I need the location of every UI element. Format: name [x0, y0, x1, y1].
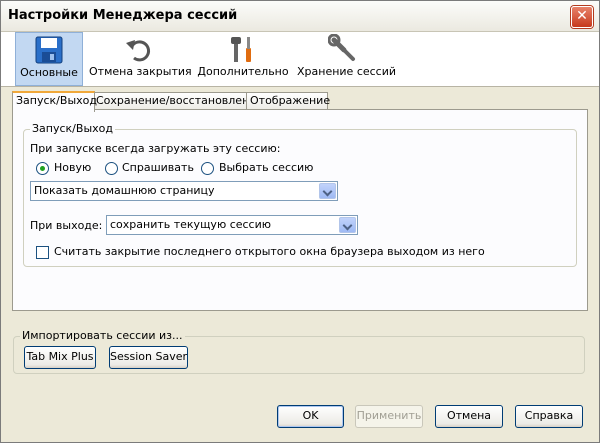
tab-startup-exit[interactable]: Запуск/Выход	[12, 91, 97, 112]
import-group: Импортировать сессии из... Tab Mix Plus …	[13, 329, 585, 374]
close-icon: ✕	[576, 8, 588, 24]
exit-action-select-value: сохранить текущую сессию	[110, 218, 272, 231]
radio-new-label[interactable]: Новую	[54, 161, 91, 174]
ok-label: OK	[302, 409, 319, 422]
apply-button: Применить	[355, 405, 423, 428]
startup-exit-group-label: Запуск/Выход	[30, 122, 115, 135]
wrench-icon	[328, 34, 355, 61]
radio-choose-session-label[interactable]: Выбрать сессию	[219, 161, 313, 174]
radio-ask-label[interactable]: Спрашивать	[122, 161, 194, 174]
help-label: Справка	[524, 409, 574, 422]
toolbar-advanced-button[interactable]: Дополнительно	[197, 32, 289, 84]
tab-display-label: Отображение	[250, 94, 331, 107]
cancel-label: Отмена	[446, 409, 492, 422]
toolbar-session-storage-label: Хранение сессий	[297, 65, 397, 78]
exit-action-select[interactable]: сохранить текущую сессию	[106, 215, 358, 235]
tab-save-restore[interactable]: Сохранение/восстановление	[92, 92, 263, 110]
on-exit-label: При выходе:	[30, 219, 103, 232]
toolbar: Основные Отмена закрытия Дополнительно Х…	[1, 32, 599, 87]
tab-display[interactable]: Отображение	[246, 92, 331, 110]
ok-button[interactable]: OK	[277, 405, 344, 428]
last-window-exit-label[interactable]: Считать закрытие последнего открытого ок…	[54, 245, 485, 258]
dialog-window: Настройки Менеджера сессий ✕ Основные От…	[0, 0, 600, 443]
import-session-saver-button[interactable]: Session Saver	[109, 346, 188, 369]
start-session-select[interactable]: Показать домашнюю страницу	[30, 181, 338, 201]
title-bar: Настройки Менеджера сессий ✕	[1, 1, 599, 32]
radio-choose-session[interactable]	[201, 162, 214, 175]
tab-startup-exit-label: Запуск/Выход	[16, 94, 97, 107]
close-button[interactable]: ✕	[571, 6, 593, 28]
toolbar-advanced-label: Дополнительно	[197, 65, 289, 78]
start-session-select-value: Показать домашнюю страницу	[34, 184, 215, 197]
toolbar-undo-close-label: Отмена закрытия	[89, 65, 192, 78]
toolbar-general-button[interactable]: Основные	[15, 32, 83, 86]
radio-new[interactable]	[36, 162, 49, 175]
chevron-down-icon[interactable]	[339, 217, 356, 233]
import-session-saver-label: Session Saver	[110, 350, 187, 363]
chevron-down-icon[interactable]	[319, 183, 336, 199]
cancel-button[interactable]: Отмена	[435, 405, 503, 428]
floppy-disk-icon	[35, 36, 63, 64]
tab-panel: Запуск/Выход При запуске всегда загружат…	[12, 109, 588, 311]
tab-save-restore-label: Сохранение/восстановление	[96, 94, 264, 107]
radio-ask[interactable]	[105, 162, 118, 175]
last-window-exit-checkbox[interactable]	[36, 246, 49, 259]
tools-icon	[231, 37, 251, 62]
help-button[interactable]: Справка	[515, 405, 583, 428]
import-tabmix-label: Tab Mix Plus	[26, 350, 94, 363]
undo-arrow-icon	[126, 40, 150, 62]
on-start-label: При запуске всегда загружать эту сессию:	[30, 142, 281, 155]
toolbar-session-storage-button[interactable]: Хранение сессий	[297, 32, 397, 84]
toolbar-undo-close-button[interactable]: Отмена закрытия	[89, 32, 192, 84]
import-tabmix-button[interactable]: Tab Mix Plus	[24, 346, 96, 369]
window-title: Настройки Менеджера сессий	[8, 8, 238, 23]
startup-exit-group: Запуск/Выход При запуске всегда загружат…	[23, 122, 577, 267]
import-group-label: Импортировать сессии из...	[20, 329, 185, 342]
toolbar-general-label: Основные	[20, 66, 78, 79]
apply-label: Применить	[356, 409, 422, 422]
